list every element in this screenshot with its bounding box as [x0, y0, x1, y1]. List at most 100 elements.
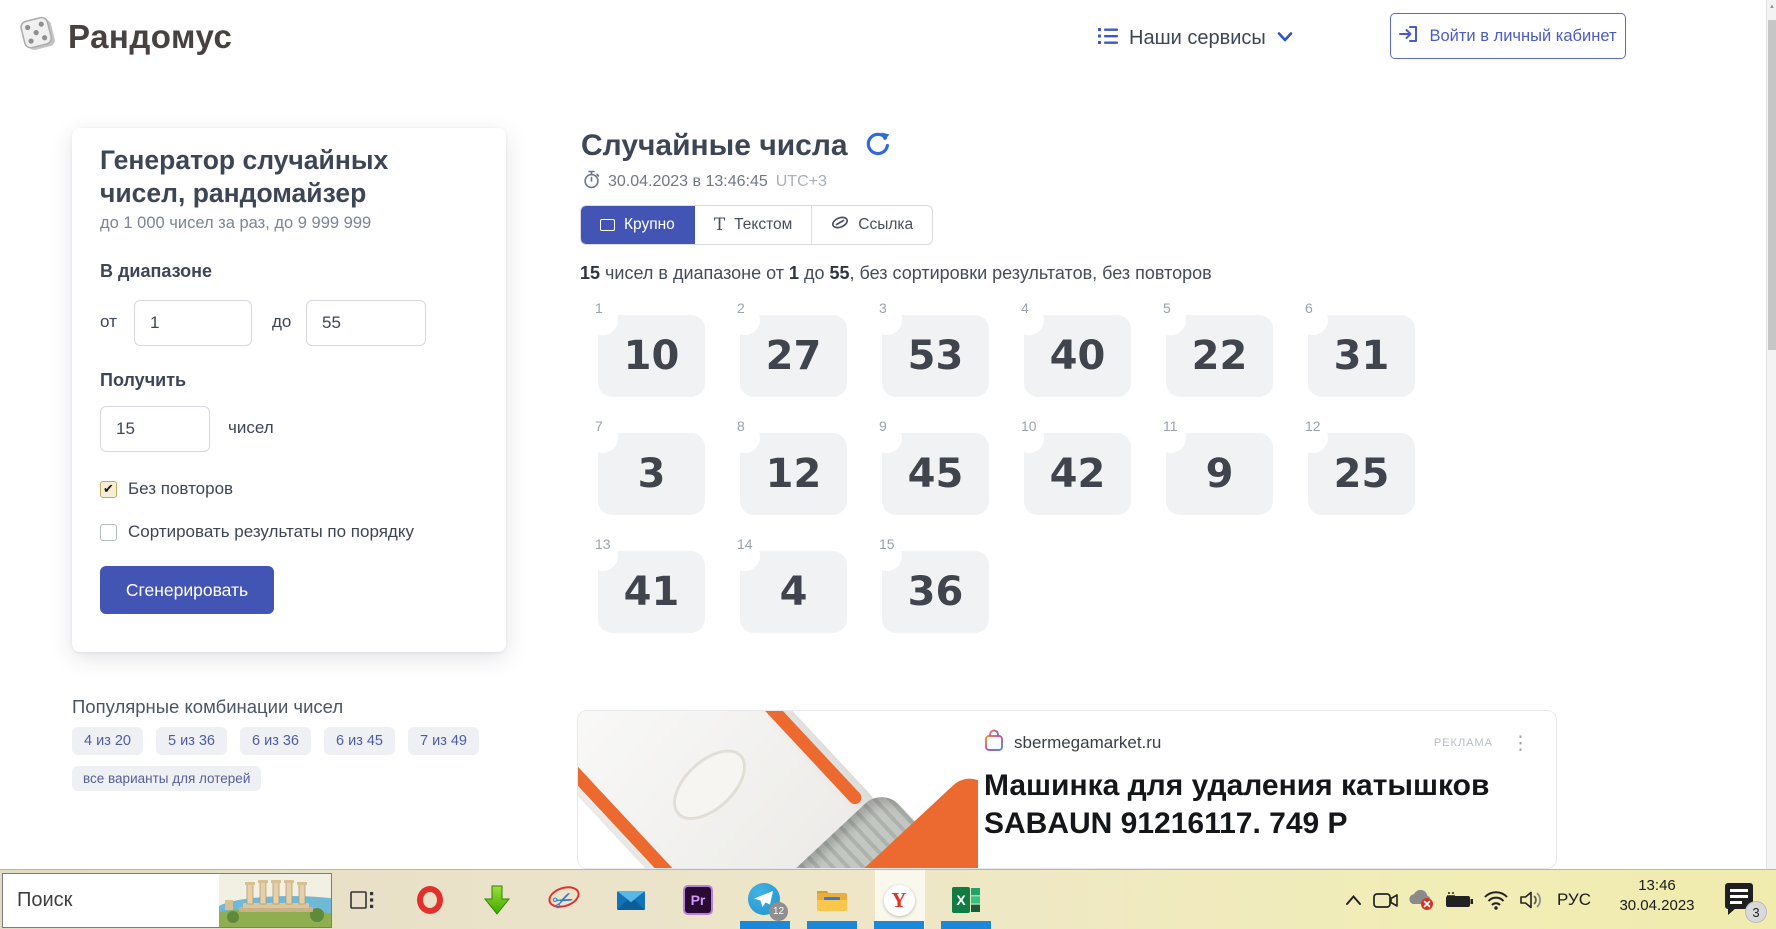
number-card: 6 31	[1298, 300, 1415, 397]
generate-button[interactable]: Сгенерировать	[100, 566, 274, 614]
number-index: 11	[1163, 418, 1178, 434]
from-label: от	[100, 312, 117, 331]
scroll-up-icon[interactable]: ▲	[1769, 4, 1775, 10]
tab-large[interactable]: Крупно	[581, 206, 695, 244]
login-button[interactable]: Войти в личный кабинет	[1390, 13, 1626, 59]
number-value: 12	[765, 451, 822, 497]
ad-product-image	[578, 711, 978, 868]
tab-link[interactable]: Ссылка	[812, 206, 932, 244]
sort-checkbox[interactable]	[100, 523, 117, 541]
ad-headline[interactable]: Машинка для удаления катышков SABAUN 912…	[984, 767, 1504, 843]
tray-time: 13:46	[1638, 877, 1676, 894]
tray-chevron-up-icon[interactable]	[1340, 870, 1366, 929]
number-card: 15 36	[872, 536, 989, 633]
file-explorer-icon[interactable]	[808, 872, 856, 928]
generator-card: Генератор случайных чисел, рандомайзер д…	[72, 128, 506, 652]
ad-menu-dots-icon[interactable]: ⋮	[1511, 734, 1530, 753]
summary-to: 55	[829, 263, 850, 283]
excel-app-icon[interactable]: X	[942, 872, 990, 928]
number-value: 41	[623, 569, 680, 615]
list-icon	[1098, 27, 1118, 50]
ad-card[interactable]: sbermegamarket.ru РЕКЛАМА ⋮ Машинка для …	[577, 710, 1557, 869]
login-label: Войти в личный кабинет	[1429, 26, 1617, 45]
scrollbar-thumb[interactable]	[1768, 20, 1776, 350]
no-repeats-option[interactable]: Без повторов	[100, 479, 233, 499]
yandex-label: Y	[883, 884, 915, 916]
number-value: 31	[1333, 333, 1390, 379]
stopwatch-icon	[583, 170, 600, 194]
refresh-icon[interactable]	[864, 131, 891, 163]
number-card: 3 53	[872, 300, 989, 397]
tray-language-indicator[interactable]: РУС	[1551, 870, 1597, 929]
count-label: Получить	[100, 370, 187, 390]
number-value: 42	[1049, 451, 1106, 497]
number-card: 1 10	[588, 300, 705, 397]
generator-subtitle: до 1 000 чисел за раз, до 9 999 999	[100, 214, 372, 232]
snipping-tool-icon[interactable]: ✂	[540, 872, 588, 928]
services-label: Наши сервисы	[1129, 26, 1266, 49]
no-repeats-label: Без повторов	[128, 479, 234, 498]
yandex-browser-icon[interactable]: Y	[875, 872, 923, 928]
number-index: 9	[879, 418, 887, 434]
browser-viewport: Рандомус Наши сервисы Войти в личный каб…	[0, 0, 1776, 929]
number-card: 14 4	[730, 536, 847, 633]
page-scrollbar[interactable]: ▲	[1766, 0, 1776, 869]
notification-badge: 3	[1745, 901, 1767, 923]
tray-camera-icon[interactable]	[1370, 870, 1400, 929]
number-index: 6	[1305, 300, 1313, 316]
popular-all-link[interactable]: все варианты для лотерей	[72, 766, 262, 791]
timestamp-row: 30.04.2023 в 13:46:45 UTC+3	[583, 170, 827, 194]
download-manager-icon[interactable]	[473, 872, 521, 928]
telegram-app-icon[interactable]: 12	[741, 872, 789, 928]
count-input[interactable]	[100, 406, 210, 452]
number-value: 9	[1205, 451, 1234, 497]
number-card: 10 42	[1014, 418, 1131, 515]
no-repeats-checkbox[interactable]	[100, 480, 117, 498]
popular-tags: 4 из 20 5 из 36 6 из 36 6 из 45 7 из 49	[72, 727, 479, 755]
range-to-input[interactable]	[306, 300, 426, 346]
tray-wifi-icon[interactable]	[1480, 870, 1512, 929]
sort-option[interactable]: Сортировать результаты по порядку	[100, 522, 414, 542]
ad-site-link[interactable]: sbermegamarket.ru	[1014, 733, 1161, 753]
taskbar-active-indicator	[874, 921, 924, 929]
number-value: 45	[907, 451, 964, 497]
search-highlight-image[interactable]	[193, 874, 331, 927]
popular-tag[interactable]: 4 из 20	[72, 727, 143, 755]
number-value: 36	[907, 569, 964, 615]
tray-battery-icon[interactable]	[1442, 870, 1476, 929]
generator-title: Генератор случайных чисел, рандомайзер	[100, 145, 389, 208]
range-label: В диапазоне	[100, 261, 212, 281]
tray-volume-icon[interactable]	[1515, 870, 1547, 929]
tray-clock[interactable]: 13:46 30.04.2023	[1607, 876, 1707, 915]
popular-tag[interactable]: 5 из 36	[156, 727, 227, 755]
notification-center-icon[interactable]: 3	[1722, 870, 1767, 929]
number-card: 8 12	[730, 418, 847, 515]
taskbar-search[interactable]: Поиск	[2, 873, 332, 928]
premiere-app-icon[interactable]: Pr	[674, 872, 722, 928]
task-view-button[interactable]	[338, 872, 386, 928]
services-menu[interactable]: Наши сервисы	[1098, 22, 1293, 54]
number-value: 27	[765, 333, 822, 379]
results-header: Случайные числа	[581, 128, 891, 163]
range-from-input[interactable]	[134, 300, 252, 346]
sort-label: Сортировать результаты по порядку	[128, 522, 414, 541]
popular-title: Популярные комбинации чисел	[72, 696, 344, 717]
popular-tag[interactable]: 6 из 36	[240, 727, 311, 755]
tray-date: 30.04.2023	[1619, 896, 1695, 914]
results-title: Случайные числа	[581, 128, 848, 162]
telegram-badge: 12	[769, 902, 788, 921]
text-view-icon: T	[713, 215, 726, 235]
mail-app-icon[interactable]	[607, 872, 655, 928]
popular-all-row: все варианты для лотерей	[72, 766, 262, 791]
tab-text[interactable]: T Текстом	[695, 206, 813, 244]
popular-tag[interactable]: 6 из 45	[324, 727, 395, 755]
large-view-icon	[600, 219, 615, 231]
number-card: 13 41	[588, 536, 705, 633]
number-index: 12	[1305, 418, 1321, 434]
opera-browser-icon[interactable]	[406, 872, 454, 928]
number-card: 4 40	[1014, 300, 1131, 397]
site-logo[interactable]: Рандомус	[16, 12, 232, 61]
logo-text: Рандомус	[68, 17, 233, 55]
popular-tag[interactable]: 7 из 49	[408, 727, 479, 755]
tray-cloud-sync-error-icon[interactable]	[1404, 870, 1438, 929]
